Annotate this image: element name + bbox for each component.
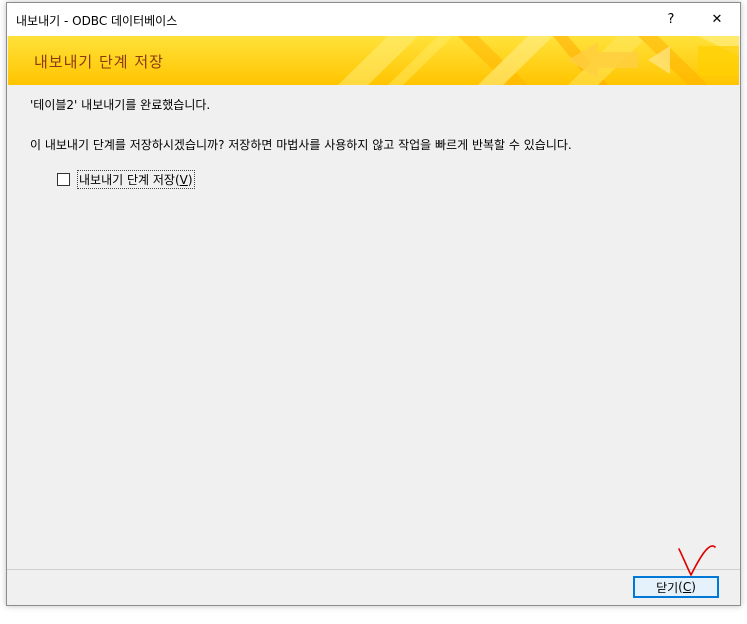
save-steps-label-text: 내보내기 단계 저장 (79, 173, 175, 187)
save-prompt-message: 이 내보내기 단계를 저장하시겠습니까? 저장하면 마법사를 사용하지 않고 작… (30, 138, 572, 152)
save-steps-option[interactable]: 내보내기 단계 저장(V) (57, 170, 195, 189)
close-accel-key: C (682, 580, 692, 594)
close-button-label: 닫기 (656, 580, 679, 595)
question-mark-icon: ? (667, 12, 675, 27)
banner-title: 내보내기 단계 저장 (34, 53, 164, 71)
close-accel-close: ) (691, 580, 696, 594)
window-close-button[interactable]: ✕ (694, 3, 740, 36)
red-check-annotation (678, 545, 716, 576)
save-steps-checkbox[interactable] (57, 173, 70, 186)
header-banner: 내보내기 단계 저장 (8, 36, 739, 85)
completion-message: '테이블2' 내보내기를 완료했습니다. (30, 98, 211, 112)
accel-close: ) (187, 173, 193, 187)
title-bar: 내보내기 - ODBC 데이터베이스 ? ✕ (7, 3, 740, 36)
close-dialog-button[interactable]: 닫기(C) (633, 576, 719, 598)
accel-key: V (179, 173, 188, 187)
help-button[interactable]: ? (648, 3, 694, 36)
window-title: 내보내기 - ODBC 데이터베이스 (16, 14, 178, 28)
save-steps-label[interactable]: 내보내기 단계 저장(V) (77, 170, 195, 189)
close-icon: ✕ (711, 12, 723, 27)
footer-divider (7, 569, 740, 570)
export-dialog-window: 내보내기 - ODBC 데이터베이스 ? ✕ 내보내기 단계 저장 '테이블2'… (6, 2, 741, 606)
